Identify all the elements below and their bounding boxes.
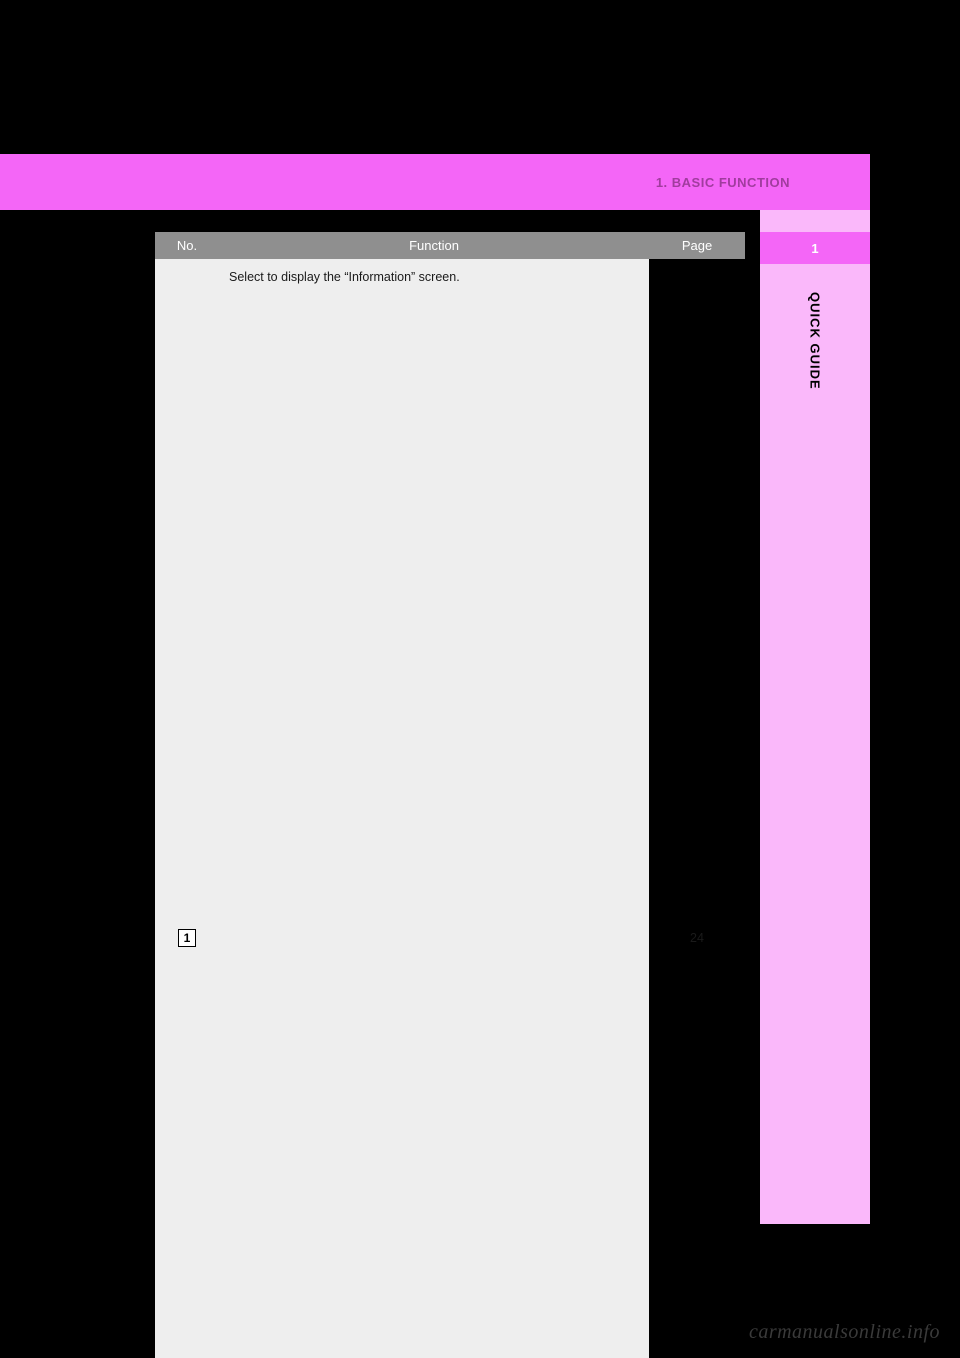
- table-header-row: No. Function Page: [155, 232, 745, 259]
- th-no: No.: [155, 232, 219, 259]
- page-header: 1. BASIC FUNCTION: [0, 154, 870, 210]
- th-page: Page: [649, 232, 745, 259]
- side-section-label: QUICK GUIDE: [808, 292, 823, 390]
- side-tab-number: 1: [760, 232, 870, 264]
- function-table: No. Function Page 1 Select to display th…: [155, 232, 745, 1358]
- side-column: 1 QUICK GUIDE: [760, 232, 870, 390]
- th-function: Function: [219, 232, 649, 259]
- content-area: 1 QUICK GUIDE No. Function Page 1 Select…: [0, 210, 870, 1224]
- cell-function: Select to display the “Information” scre…: [219, 259, 649, 1358]
- cell-no: 1: [155, 259, 219, 1358]
- func-text: Select to display the “Information” scre…: [229, 270, 460, 284]
- watermark: carmanualsonline.info: [749, 1321, 940, 1344]
- table-row: 1 Select to display the “Information” sc…: [155, 259, 745, 1358]
- breadcrumb: 1. BASIC FUNCTION: [656, 175, 790, 190]
- cell-page: 24: [649, 259, 745, 1358]
- number-box-icon: 1: [178, 929, 196, 947]
- page-root: 1. BASIC FUNCTION 1 QUICK GUIDE No. Func…: [0, 0, 960, 1358]
- document-frame: 1. BASIC FUNCTION 1 QUICK GUIDE No. Func…: [0, 154, 870, 1224]
